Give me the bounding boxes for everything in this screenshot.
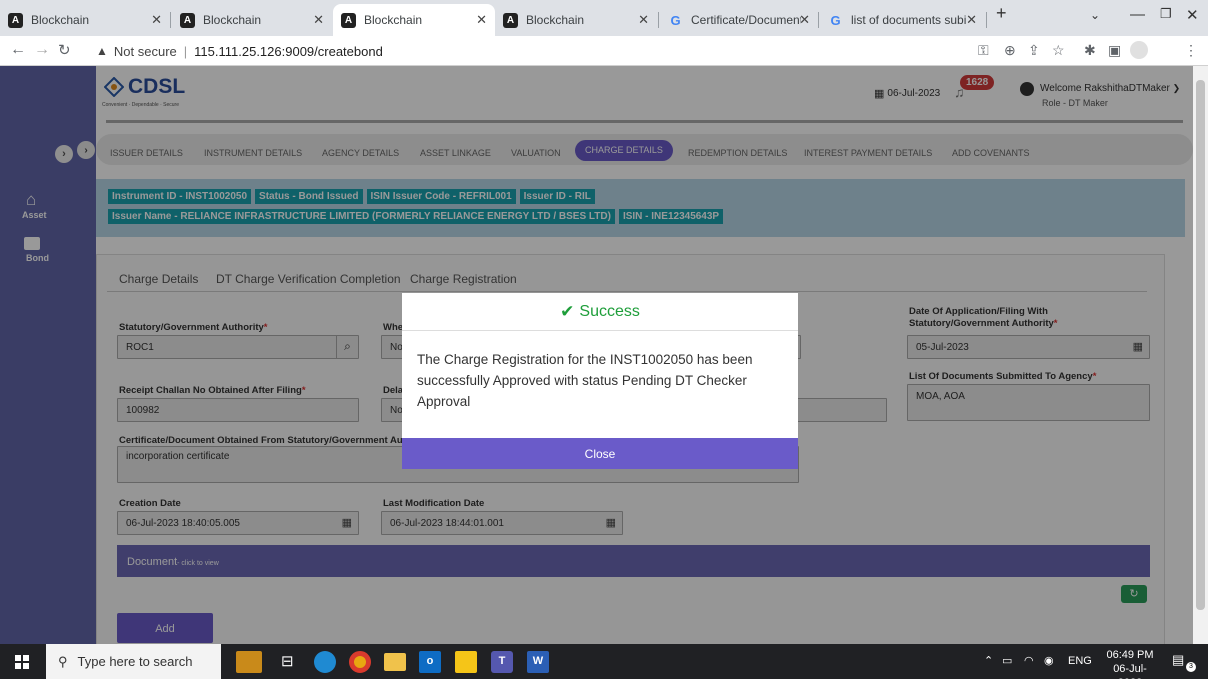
scrollbar-thumb[interactable] [1196,80,1205,610]
close-tab-icon[interactable]: ✕ [151,12,162,28]
close-tab-icon[interactable]: ✕ [638,12,649,28]
extensions-icon[interactable]: ✱ [1084,42,1096,59]
volume-icon[interactable]: ◉ [1044,654,1054,667]
success-modal: ✔ Success The Charge Registration for th… [402,293,798,469]
clock[interactable]: 06:49 PM 06-Jul-2023 [1101,648,1159,679]
modal-header: ✔ Success [402,293,798,331]
close-tab-icon[interactable]: ✕ [966,12,977,28]
angular-icon: A [503,12,518,28]
sidepanel-icon[interactable]: ▣ [1108,42,1121,59]
zoom-icon[interactable]: ⊕ [1004,42,1016,59]
browser-tab[interactable]: A Blockchain ✕ [0,4,170,36]
wifi-icon[interactable]: ◠ [1024,654,1034,667]
file-explorer-icon[interactable] [384,653,406,671]
tray-chevron-icon[interactable]: ⌃ [984,654,993,667]
google-icon: G [830,12,841,28]
warning-icon: ▲ [96,44,108,58]
browser-tab-strip: A Blockchain ✕ A Blockchain ✕ A Blockcha… [0,0,1208,36]
browser-tab[interactable]: G Certificate/Document ✕ [660,4,818,36]
close-button[interactable]: Close [402,438,798,469]
tab-search-icon[interactable]: ⌄ [1090,8,1100,22]
close-tab-icon[interactable]: ✕ [476,12,487,28]
bookmark-star-icon[interactable]: ☆ [1052,42,1065,59]
app-viewport: › ⌂ Asset Bond CDSL Convenient · Dependa… [0,66,1193,644]
teams-icon[interactable]: T [491,651,513,673]
word-icon[interactable]: W [527,651,549,673]
browser-tab[interactable]: A Blockchain ✕ [172,4,332,36]
modal-message: The Charge Registration for the INST1002… [417,352,753,409]
search-icon: ⚲ [58,653,68,669]
browser-tab[interactable]: A Blockchain ✕ [495,4,657,36]
edge-icon[interactable] [314,651,336,673]
briefcase-app-icon[interactable] [236,651,262,673]
new-tab-icon[interactable]: + [996,3,1007,24]
close-tab-icon[interactable]: ✕ [799,12,810,28]
network-icon[interactable]: ▭ [1002,654,1012,667]
google-icon: G [670,12,681,28]
close-tab-icon[interactable]: ✕ [313,12,324,28]
url-input[interactable]: ▲ Not secure | 115.111.25.126:9009/creat… [96,39,956,63]
taskbar-search-input[interactable]: ⚲ Type here to search [46,644,221,679]
outlook-icon[interactable]: o [419,651,441,673]
close-window-icon[interactable]: ✕ [1186,6,1199,24]
back-icon[interactable]: ← [10,41,26,59]
angular-icon: A [341,12,356,28]
browser-tab[interactable]: G list of documents subi ✕ [820,4,985,36]
maximize-icon[interactable]: ❐ [1160,6,1172,22]
angular-icon: A [8,12,23,28]
checkmark-icon: ✔ [560,301,575,321]
key-icon[interactable]: ⚿ [978,42,989,59]
address-bar-row: ← → ↻ ▲ Not secure | 115.111.25.126:9009… [0,36,1208,66]
menu-icon[interactable]: ⋮ [1184,42,1198,59]
forward-icon[interactable]: → [34,41,50,59]
angular-icon: A [180,12,195,28]
share-icon[interactable]: ⇪ [1028,42,1040,59]
sticky-notes-icon[interactable] [455,651,477,673]
task-view-icon[interactable]: ⊟ [281,652,294,670]
reload-icon[interactable]: ↻ [58,41,71,59]
browser-tab-active[interactable]: A Blockchain ✕ [333,4,495,36]
windows-taskbar: ⚲ Type here to search ⊟ o T W ⌃ ▭ ◠ ◉ EN… [0,644,1208,679]
chrome-icon[interactable] [349,651,371,673]
minimize-icon[interactable]: — [1130,6,1145,23]
profile-icon[interactable] [1130,41,1148,59]
windows-start-icon[interactable] [15,655,29,669]
